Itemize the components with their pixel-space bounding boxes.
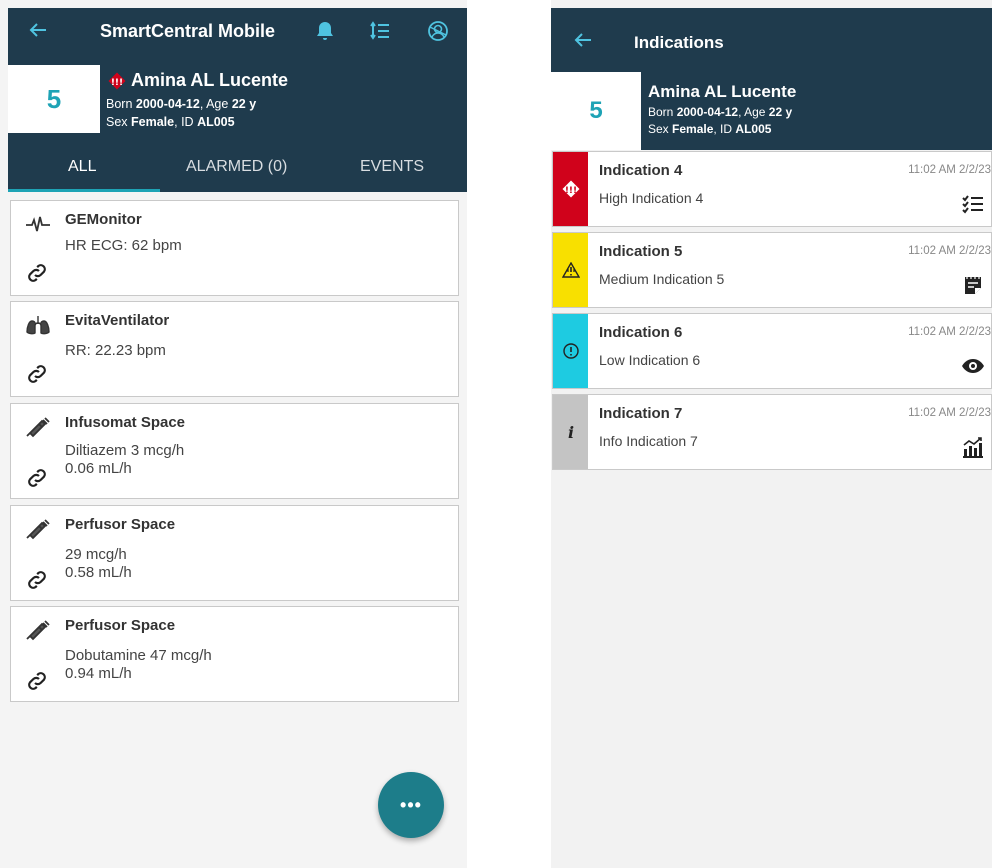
device-name: Perfusor Space (65, 617, 176, 634)
sort-list-icon[interactable] (368, 19, 392, 43)
indication-title: Indication 5 (599, 243, 683, 260)
svg-text:!!!: !!! (111, 78, 123, 88)
patient-header: 5 !!! Amina AL Lucente Born 2000-04-12, … (8, 55, 467, 140)
high-alarm-icon: !!! (108, 72, 126, 89)
tab-events[interactable]: EVENTS (360, 158, 424, 176)
priority-stripe-low (553, 314, 588, 388)
svg-text:i: i (567, 423, 573, 441)
info-circle-icon (562, 343, 579, 359)
indication-time: 11:02 AM 2/2/23 (908, 326, 991, 338)
patient-name: Amina AL Lucente (131, 70, 289, 90)
indication-subtitle: Low Indication 6 (599, 352, 701, 368)
device-value: Diltiazem 3 mcg/h (65, 442, 185, 459)
priority-stripe-high: !!! (553, 152, 588, 226)
link-icon[interactable] (25, 261, 49, 285)
chart-icon[interactable] (961, 435, 985, 459)
indication-title: Indication 4 (599, 162, 683, 179)
patient-name: Amina AL Lucente (648, 82, 797, 101)
indication-card[interactable]: i Indication 7 Info Indication 7 11:02 A… (552, 394, 992, 470)
screen-title: Indications (634, 33, 724, 52)
tab-all[interactable]: ALL (68, 158, 96, 176)
smartcentral-screen: SmartCentral Mobile 5 !!! Amina AL Lucen… (0, 0, 467, 868)
link-icon[interactable] (25, 568, 49, 592)
app-title: SmartCentral Mobile (100, 21, 276, 41)
device-card[interactable]: Infusomat Space Diltiazem 3 mcg/h 0.06 m… (10, 403, 459, 499)
indication-time: 11:02 AM 2/2/23 (908, 407, 991, 419)
device-rate: 0.06 mL/h (65, 460, 132, 477)
patient-sex-line: Sex Female, ID AL005 (648, 122, 772, 136)
device-value: RR: 22.23 bpm (65, 342, 166, 359)
lungs-icon (26, 316, 50, 335)
bed-number: 5 (551, 72, 641, 150)
device-rate: 0.58 mL/h (65, 564, 132, 581)
bed-number: 5 (8, 65, 100, 133)
indication-title: Indication 7 (599, 405, 683, 422)
eye-icon[interactable] (961, 354, 985, 378)
syringe-icon (26, 417, 50, 438)
svg-text:!!!: !!! (564, 186, 576, 196)
ecg-waveform-icon (26, 216, 50, 232)
back-arrow-icon[interactable] (571, 28, 595, 52)
device-name: Perfusor Space (65, 516, 176, 533)
more-actions-button[interactable]: ••• (378, 772, 444, 838)
patient-name-row: !!! Amina AL Lucente (108, 70, 288, 91)
device-card[interactable]: GEMonitor HR ECG: 62 bpm (10, 200, 459, 296)
link-icon[interactable] (25, 362, 49, 386)
notepad-icon[interactable] (961, 273, 985, 297)
indication-subtitle: Info Indication 7 (599, 433, 698, 449)
device-card[interactable]: Perfusor Space Dobutamine 47 mcg/h 0.94 … (10, 606, 459, 702)
device-rate: 0.94 mL/h (65, 665, 132, 682)
indication-title: Indication 6 (599, 324, 683, 341)
patient-born-line: Born 2000-04-12, Age 22 y (648, 105, 793, 119)
device-card[interactable]: Perfusor Space 29 mcg/h 0.58 mL/h (10, 505, 459, 601)
priority-stripe-info: i (553, 395, 588, 469)
indication-card[interactable]: Indication 6 Low Indication 6 11:02 AM 2… (552, 313, 992, 389)
device-value: HR ECG: 62 bpm (65, 237, 182, 254)
device-name: GEMonitor (65, 211, 142, 228)
app-bar: SmartCentral Mobile (8, 8, 467, 55)
app-bar: Indications (551, 8, 992, 72)
patient-born-line: Born 2000-04-12, Age 22 y (106, 97, 257, 111)
indication-card[interactable]: Indication 5 Medium Indication 5 11:02 A… (552, 232, 992, 308)
link-icon[interactable] (25, 669, 49, 693)
info-i-icon: i (567, 423, 573, 441)
indication-subtitle: High Indication 4 (599, 190, 704, 206)
warning-triangle-icon (561, 262, 580, 278)
indication-time: 11:02 AM 2/2/23 (908, 245, 991, 257)
tab-alarmed[interactable]: ALARMED (0) (186, 158, 287, 176)
indication-subtitle: Medium Indication 5 (599, 271, 725, 287)
device-card[interactable]: EvitaVentilator RR: 22.23 bpm (10, 301, 459, 397)
link-icon[interactable] (25, 466, 49, 490)
tab-indicator (8, 189, 160, 192)
syringe-icon (26, 620, 50, 641)
patient-header: 5 Amina AL Lucente Born 2000-04-12, Age … (551, 72, 992, 150)
checklist-icon[interactable] (961, 192, 985, 216)
indications-screen: Indications 5 Amina AL Lucente Born 2000… (551, 0, 992, 868)
device-name: Infusomat Space (65, 414, 186, 431)
priority-stripe-medium (553, 233, 588, 307)
high-alarm-icon: !!! (562, 180, 579, 198)
back-arrow-icon[interactable] (26, 18, 50, 42)
patient-sex-line: Sex Female, ID AL005 (106, 115, 235, 129)
device-name: EvitaVentilator (65, 312, 170, 329)
device-value: Dobutamine 47 mcg/h (65, 647, 212, 664)
device-value: 29 mcg/h (65, 546, 127, 563)
bell-icon[interactable] (313, 19, 337, 43)
indication-time: 11:02 AM 2/2/23 (908, 164, 991, 176)
indication-card[interactable]: !!! Indication 4 High Indication 4 11:02… (552, 151, 992, 227)
syringe-icon (26, 519, 50, 540)
tab-bar: ALL ALARMED (0) EVENTS (8, 140, 467, 192)
patient-group-icon[interactable] (426, 19, 450, 43)
